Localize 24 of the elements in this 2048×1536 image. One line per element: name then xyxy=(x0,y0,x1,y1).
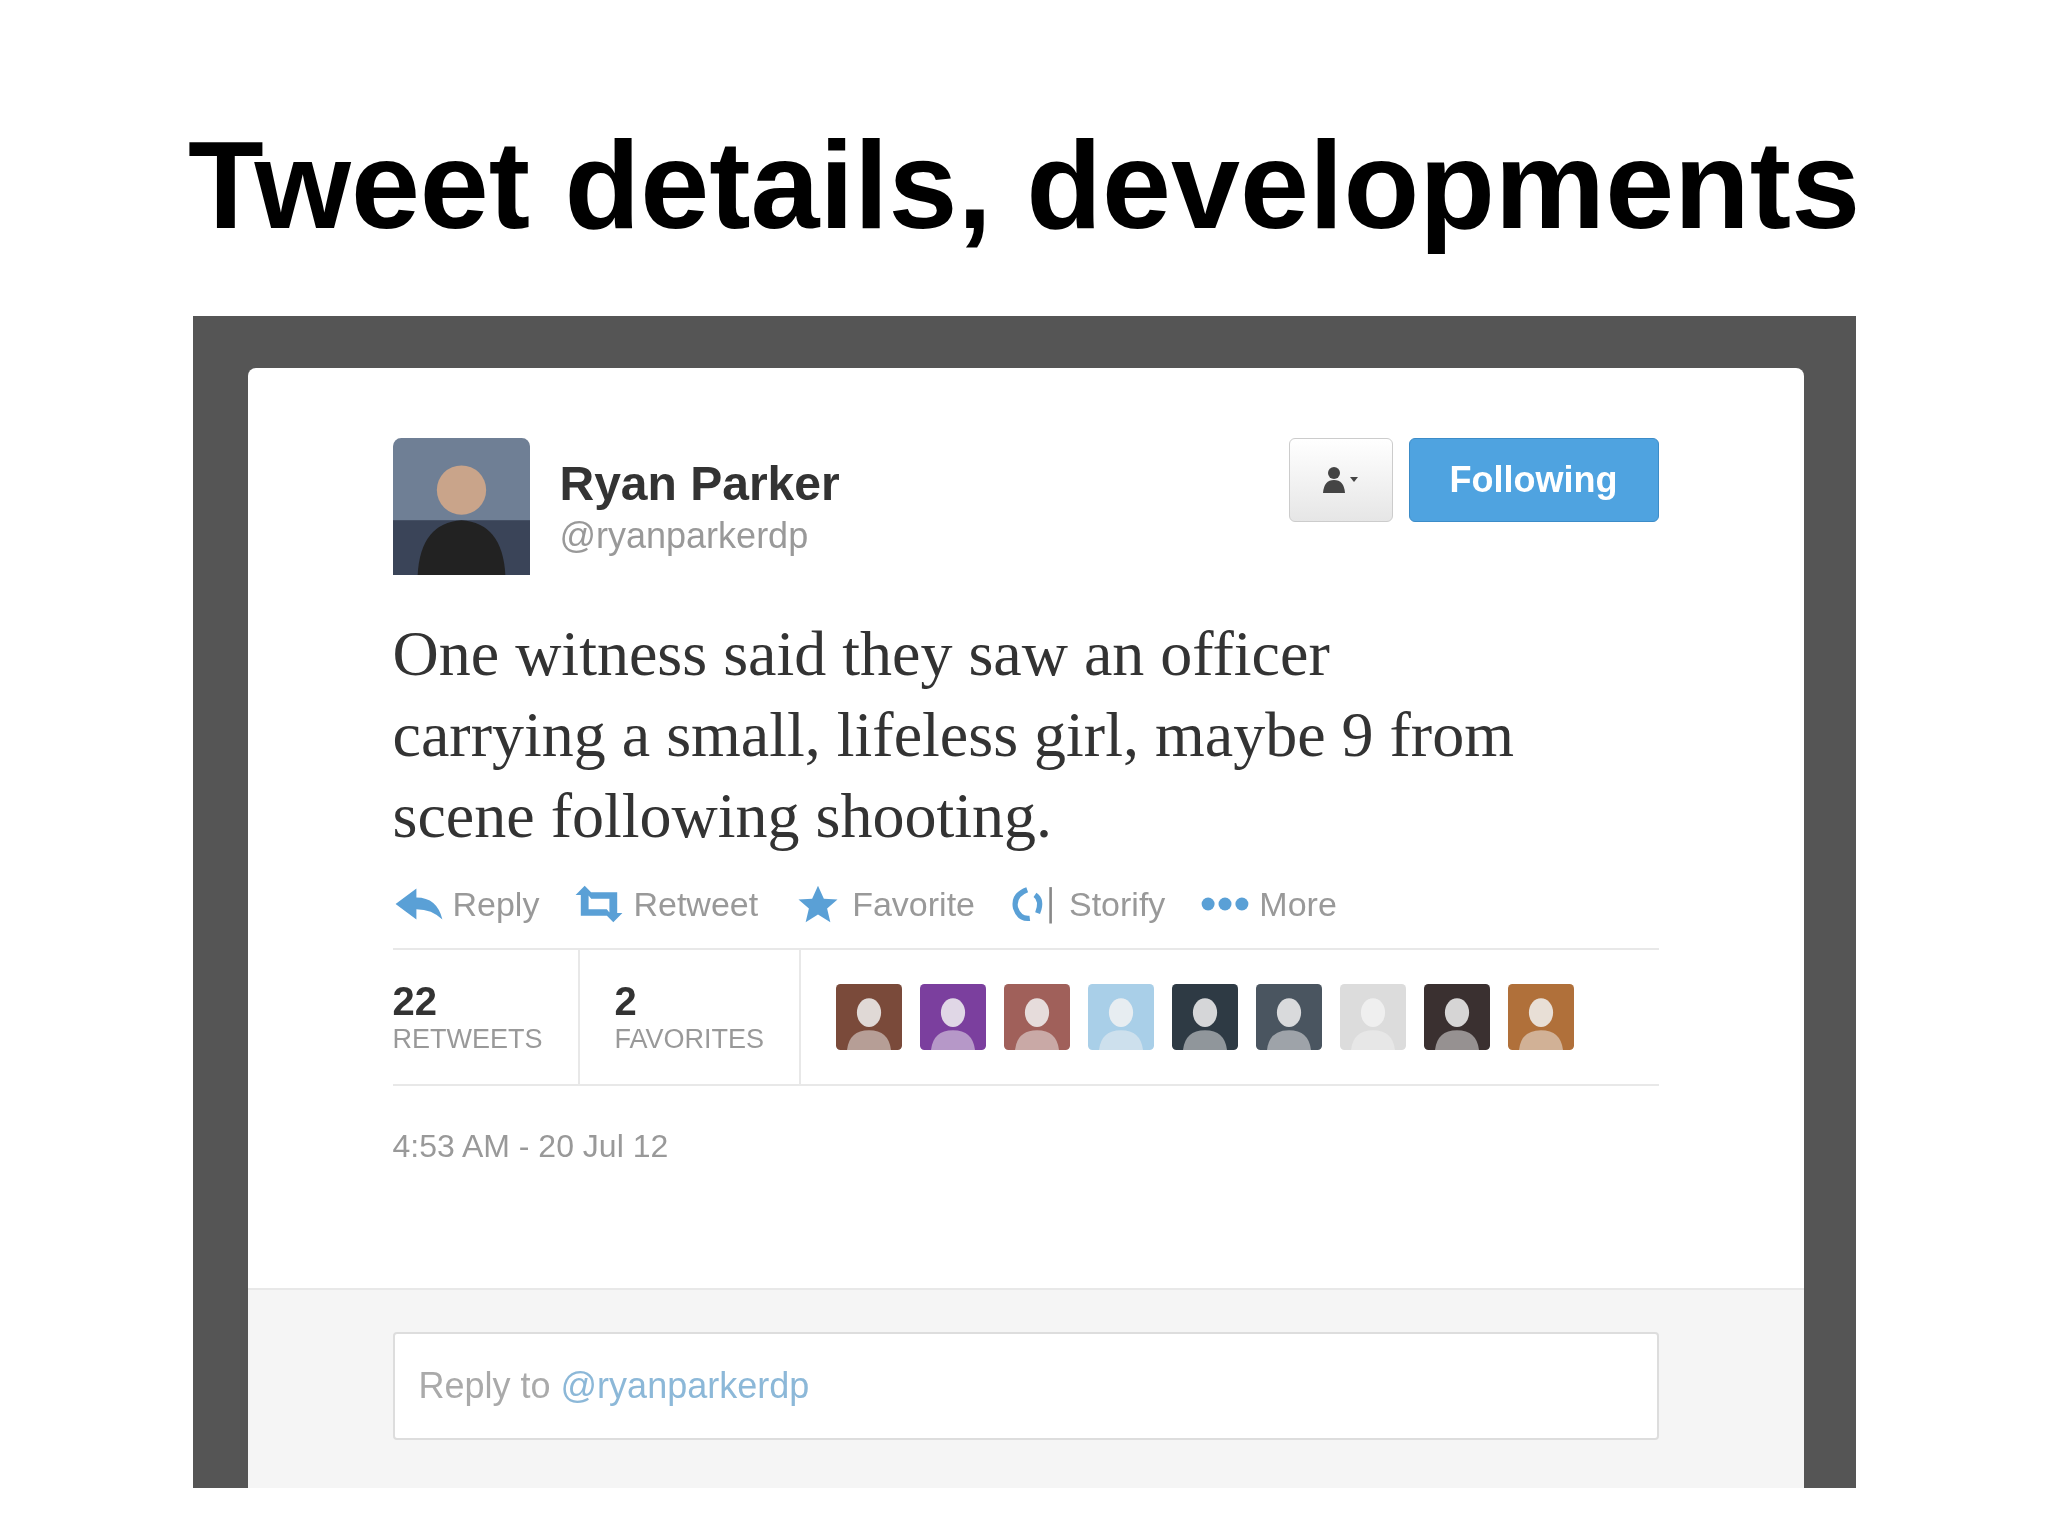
reply-link[interactable]: Reply xyxy=(392,884,540,924)
avatar-icon[interactable] xyxy=(1256,984,1323,1050)
stat-label[interactable]: RETWEETS xyxy=(392,1024,543,1055)
avatar-icon[interactable] xyxy=(392,438,530,575)
storify-link[interactable]: Storify xyxy=(1009,884,1166,924)
tweet-timestamp[interactable]: 4:53 AM - 20 Jul 12 xyxy=(392,1128,1659,1165)
person-icon xyxy=(1320,465,1361,495)
tweet-text: One witness said they saw an officer carrying a small, lifeless girl, maybe 9 from scene following shooting. xyxy=(392,617,1515,853)
avatar-icon[interactable] xyxy=(1172,984,1239,1050)
stat-count[interactable]: 22 xyxy=(392,979,543,1024)
retweet-link[interactable]: Retweet xyxy=(573,884,759,924)
slide-title: Tweet details, developments xyxy=(187,115,1861,256)
avatar-icon[interactable] xyxy=(920,984,987,1050)
more-link[interactable]: More xyxy=(1199,884,1337,924)
author-name[interactable]: Ryan Parker xyxy=(559,456,1259,511)
following-button[interactable]: Following xyxy=(1408,438,1659,522)
stat-count[interactable]: 2 xyxy=(614,979,765,1024)
reply-field[interactable]: Reply to @ryanparkerdp xyxy=(392,1332,1659,1440)
favorite-link[interactable]: Favorite xyxy=(792,884,975,924)
author-handle[interactable]: @ryanparkerdp xyxy=(559,515,1259,557)
avatar-icon[interactable] xyxy=(1424,984,1491,1050)
avatar-icon[interactable] xyxy=(836,984,903,1050)
user-menu-button[interactable] xyxy=(1288,438,1393,522)
stat-label[interactable]: FAVORITES xyxy=(614,1024,765,1055)
